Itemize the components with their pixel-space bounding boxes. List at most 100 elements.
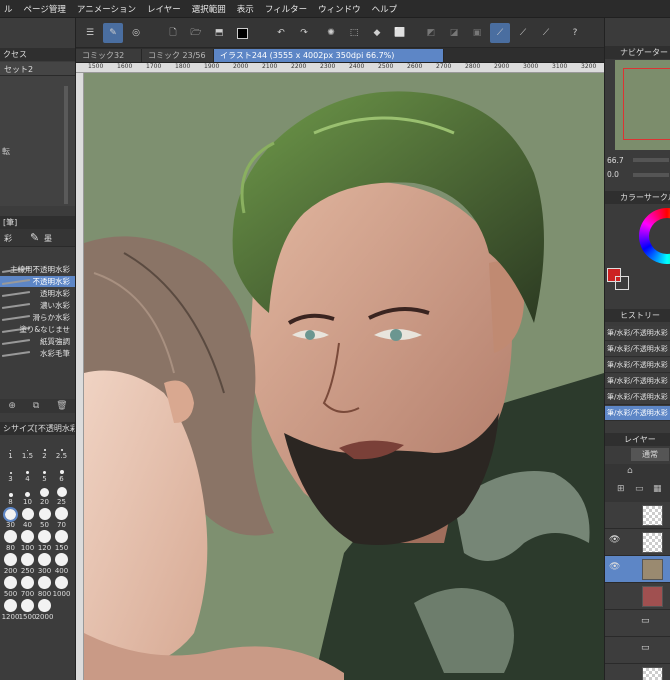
- scrollbar[interactable]: [64, 86, 68, 204]
- menu-item[interactable]: ページ管理: [20, 3, 73, 15]
- history-item[interactable]: 筆/水彩/不透明水彩: [605, 326, 670, 341]
- history-item[interactable]: 筆/水彩/不透明水彩: [605, 406, 670, 421]
- layer-lock-icon[interactable]: ⌂: [627, 466, 633, 476]
- brush-item[interactable]: 滑らか水彩: [0, 312, 75, 323]
- sub-color-swatch[interactable]: [615, 276, 629, 290]
- brush-size-option[interactable]: 3: [2, 461, 19, 483]
- transform-icon[interactable]: ⬜: [390, 23, 410, 43]
- layer-row[interactable]: 👁: [605, 529, 670, 556]
- add-brush-icon[interactable]: ⊕: [8, 401, 16, 411]
- pen-tool-icon[interactable]: ✎: [103, 23, 123, 43]
- zoom-slider[interactable]: [633, 158, 669, 162]
- grid-snap-icon[interactable]: ⟋: [536, 23, 556, 43]
- navigator-frame[interactable]: [623, 68, 670, 140]
- menu-item[interactable]: ヘルプ: [368, 3, 405, 15]
- brush-size-option[interactable]: 1: [2, 438, 19, 460]
- brush-item[interactable]: 紙質強調: [0, 336, 75, 347]
- new-file-icon[interactable]: 🗋: [163, 23, 183, 43]
- brush-size-option[interactable]: 6: [53, 461, 70, 483]
- brush-size-option[interactable]: 8: [2, 484, 19, 506]
- menu-item[interactable]: フィルター: [261, 3, 314, 15]
- brush-size-option[interactable]: 100: [19, 530, 36, 552]
- select-icon[interactable]: ◎: [126, 23, 146, 43]
- brush-size-option[interactable]: 20: [36, 484, 53, 506]
- brush-size-option[interactable]: 2000: [36, 599, 53, 621]
- menu-item[interactable]: レイヤー: [143, 3, 188, 15]
- menu-item[interactable]: ウィンドウ: [314, 3, 368, 15]
- layer-row[interactable]: 👁: [605, 556, 670, 583]
- brush-size-option[interactable]: 250: [19, 553, 36, 575]
- menu-item[interactable]: 表示: [233, 3, 261, 15]
- save-icon[interactable]: ⬒: [209, 23, 229, 43]
- set-row[interactable]: セット2: [0, 62, 75, 76]
- layer-row[interactable]: ▭: [605, 637, 670, 664]
- color-wheel[interactable]: [639, 208, 670, 264]
- tab-watercolor[interactable]: 彩: [4, 233, 12, 244]
- ruler-snap-icon[interactable]: ⟋: [490, 23, 510, 43]
- brush-size-option[interactable]: 2.5: [53, 438, 70, 460]
- eye-icon[interactable]: 👁: [609, 535, 620, 545]
- brush-size-option[interactable]: 5: [36, 461, 53, 483]
- layer-row[interactable]: [605, 664, 670, 680]
- menu-item[interactable]: アニメーション: [73, 3, 143, 15]
- brush-size-option[interactable]: 30: [2, 507, 19, 529]
- tab-ink[interactable]: 墨: [44, 233, 52, 244]
- blend-mode-select[interactable]: 通常: [631, 448, 669, 461]
- folder-icon[interactable]: ▭: [635, 484, 644, 494]
- brush-size-option[interactable]: 40: [19, 507, 36, 529]
- brush-size-option[interactable]: 70: [53, 507, 70, 529]
- brush-item[interactable]: 透明水彩: [0, 288, 75, 299]
- brush-size-option[interactable]: 1.5: [19, 438, 36, 460]
- brush-item[interactable]: 主線用不透明水彩: [0, 264, 75, 275]
- clear-icon[interactable]: ⬚: [344, 23, 364, 43]
- brush-size-option[interactable]: 1200: [2, 599, 19, 621]
- brush-size-option[interactable]: 25: [53, 484, 70, 506]
- delete-brush-icon[interactable]: 🗑: [56, 401, 67, 411]
- undo-icon[interactable]: ↶: [271, 23, 291, 43]
- navigator-preview[interactable]: [615, 60, 670, 150]
- snap2-icon[interactable]: ◪: [444, 23, 464, 43]
- rotation-value[interactable]: 0.0: [607, 170, 619, 179]
- brush-item[interactable]: 不透明水彩: [0, 276, 75, 287]
- open-icon[interactable]: 🗁: [186, 23, 206, 43]
- history-item[interactable]: 筆/水彩/不透明水彩: [605, 342, 670, 357]
- menu-icon[interactable]: ☰: [80, 23, 100, 43]
- brush-size-option[interactable]: 120: [36, 530, 53, 552]
- history-item[interactable]: 筆/水彩/不透明水彩: [605, 358, 670, 373]
- history-item[interactable]: 筆/水彩/不透明水彩: [605, 374, 670, 389]
- brush-size-option[interactable]: 150: [53, 530, 70, 552]
- color-icon[interactable]: [232, 23, 252, 43]
- menu-item[interactable]: ル: [0, 3, 20, 15]
- canvas[interactable]: [84, 73, 604, 680]
- brush-size-option[interactable]: 1500: [19, 599, 36, 621]
- snap3-icon[interactable]: ▣: [467, 23, 487, 43]
- brush-size-option[interactable]: 400: [53, 553, 70, 575]
- brush-size-option[interactable]: 500: [2, 576, 19, 598]
- delete-layer-icon[interactable]: ▦: [653, 484, 662, 494]
- redo-icon[interactable]: ↷: [294, 23, 314, 43]
- brush-size-option[interactable]: 80: [2, 530, 19, 552]
- help-icon[interactable]: ?: [565, 23, 585, 43]
- special-ruler-icon[interactable]: ⟋: [513, 23, 533, 43]
- history-item[interactable]: 筆/水彩/不透明水彩: [605, 390, 670, 405]
- fill-icon[interactable]: ◆: [367, 23, 387, 43]
- brush-size-option[interactable]: 4: [19, 461, 36, 483]
- brush-size-option[interactable]: 2: [36, 438, 53, 460]
- rotation-slider[interactable]: [633, 173, 669, 177]
- brush-size-option[interactable]: 1000: [53, 576, 70, 598]
- brush-item[interactable]: 塗り&なじませ: [0, 324, 75, 335]
- brush-size-option[interactable]: 800: [36, 576, 53, 598]
- layer-row[interactable]: [605, 502, 670, 529]
- layer-row[interactable]: [605, 583, 670, 610]
- loading-icon[interactable]: ✺: [321, 23, 341, 43]
- copy-brush-icon[interactable]: ⧉: [33, 401, 39, 411]
- layer-row[interactable]: ▭: [605, 610, 670, 637]
- brush-item[interactable]: 水彩毛筆: [0, 348, 75, 359]
- brush-size-option[interactable]: 50: [36, 507, 53, 529]
- snap-icon[interactable]: ◩: [421, 23, 441, 43]
- brush-size-option[interactable]: 200: [2, 553, 19, 575]
- tab-illust244[interactable]: イラスト244 (3555 x 4002px 350dpi 66.7%): [214, 49, 444, 62]
- eye-icon[interactable]: 👁: [609, 562, 620, 572]
- tab-comic23[interactable]: コミック 23/56: [142, 49, 214, 62]
- brush-size-option[interactable]: 300: [36, 553, 53, 575]
